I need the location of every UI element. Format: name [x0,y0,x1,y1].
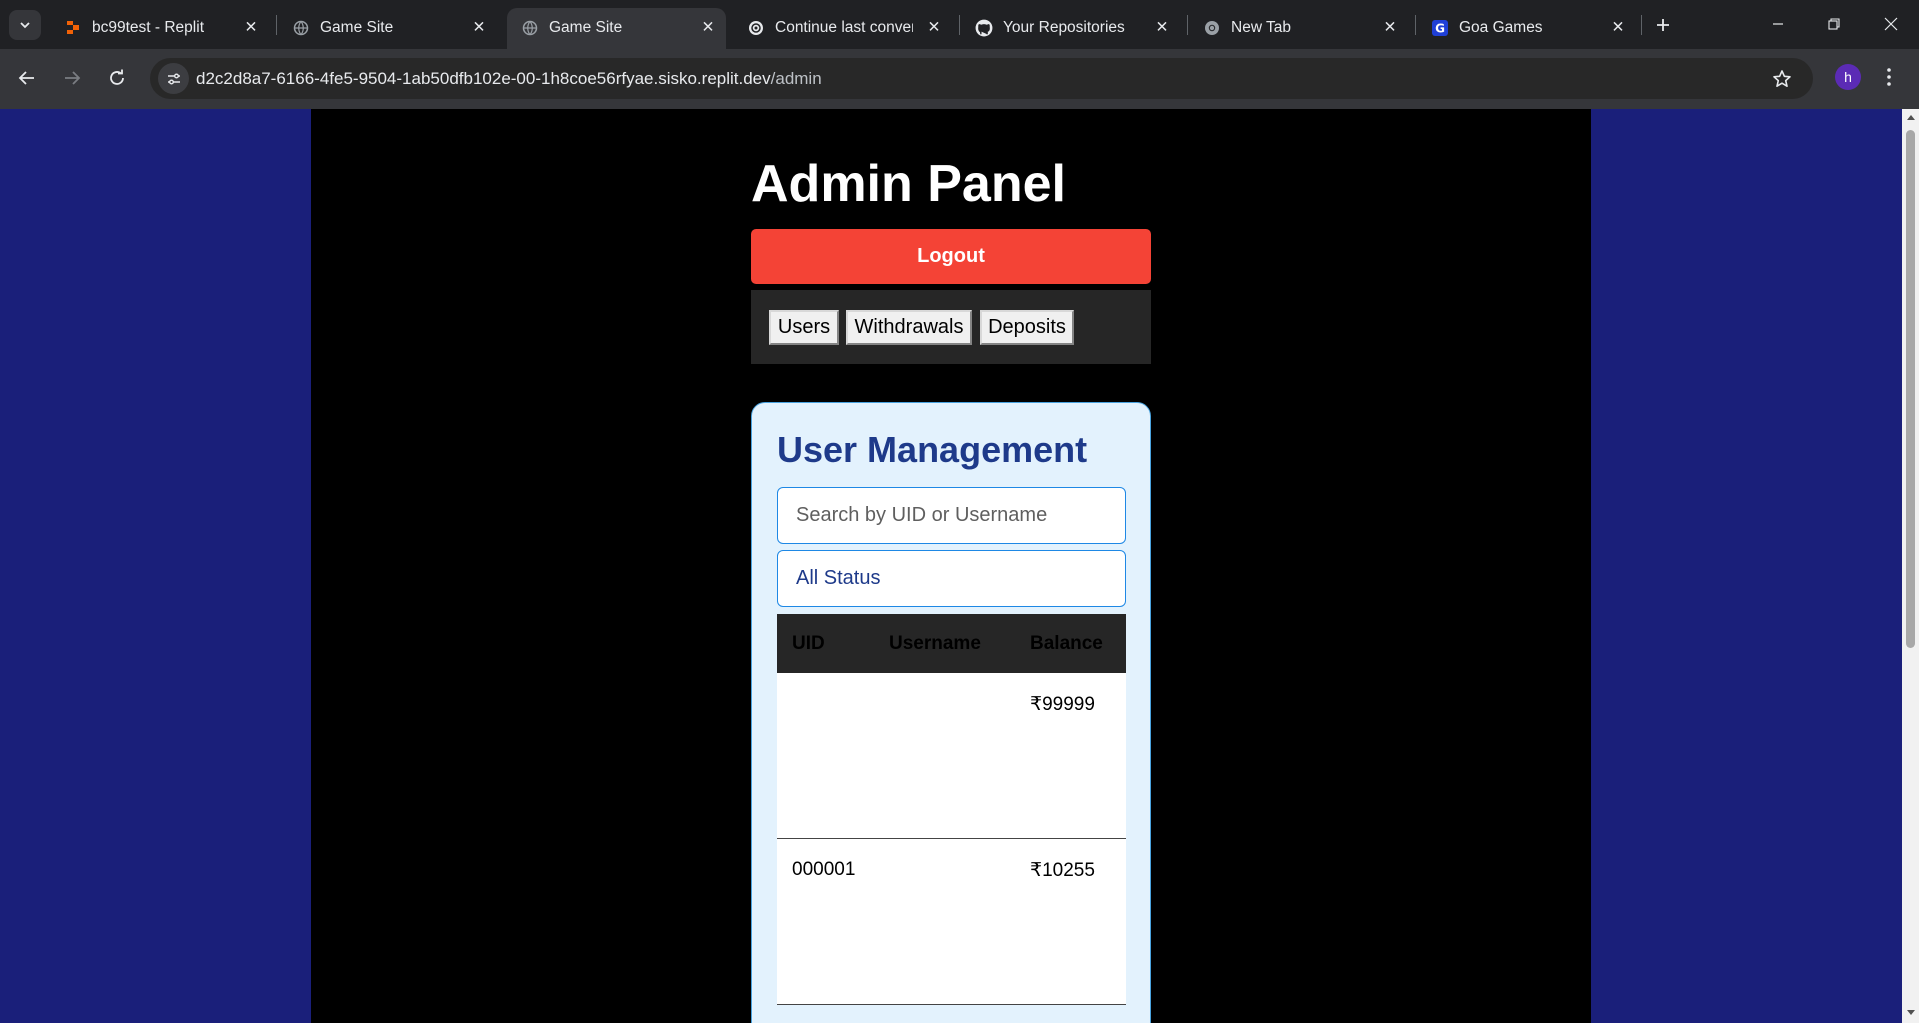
reload-button[interactable] [100,61,134,95]
close-tab-icon[interactable]: ✕ [1379,16,1401,38]
close-window-button[interactable] [1868,8,1914,40]
scroll-down-arrow-icon[interactable] [1906,1008,1916,1018]
tab-title: bc99test - Replit [92,19,204,36]
tab-title: Your Repositories [1003,19,1125,36]
tab-search-button[interactable] [9,10,41,40]
url-path: /admin [770,69,822,88]
admin-nav-bar: Users Withdrawals Deposits [751,290,1151,364]
plus-icon [1657,19,1669,31]
chrome-icon [1203,19,1221,37]
cell-balance: ₹10255 [1030,860,1095,881]
tab-divider [1415,15,1416,35]
new-tab-button[interactable] [1648,10,1678,40]
logout-button[interactable]: Logout [751,229,1151,284]
tab-title: New Tab [1231,19,1292,36]
bookmark-star-icon[interactable] [1770,67,1794,91]
column-header-uid[interactable]: UID [792,633,825,655]
browser-tab[interactable]: New Tab ✕ [1189,8,1407,49]
scrollbar-thumb[interactable] [1906,130,1915,648]
close-tab-icon[interactable]: ✕ [697,16,719,38]
tab-title: Game Site [320,19,394,36]
page-viewport: Admin Panel Logout Users Withdrawals Dep… [0,109,1919,1023]
url-host: d2c2d8a7-6166-4fe5-9504-1ab50dfb102e-00-… [196,69,771,88]
close-tab-icon[interactable]: ✕ [240,16,262,38]
arrow-left-icon [18,71,34,85]
users-table: UID Username Balance ₹99999 000001 ₹1025… [777,614,1126,1005]
minimize-button[interactable] [1755,8,1801,40]
replit-icon [64,19,82,37]
browser-menu-button[interactable] [1875,63,1903,91]
nav-users-button[interactable]: Users [769,310,839,345]
browser-tab-active[interactable]: Game Site ✕ [507,8,726,49]
close-icon [1884,17,1898,31]
browser-tab-strip: bc99test - Replit ✕ Game Site ✕ Game Sit… [0,0,1919,49]
minimize-icon [1773,23,1783,25]
back-button[interactable] [10,61,44,95]
openai-icon [747,19,765,37]
page-title: Admin Panel [751,155,1066,213]
table-row[interactable]: 000001 ₹10255 [777,839,1126,1005]
close-tab-icon[interactable]: ✕ [468,16,490,38]
chevron-down-icon [20,22,30,29]
column-header-balance[interactable]: Balance [1030,633,1103,655]
tab-divider [1187,15,1188,35]
forward-button[interactable] [55,61,89,95]
page-scrollbar[interactable] [1902,109,1919,1023]
tune-icon [167,73,180,84]
status-filter-select[interactable]: All Status [777,550,1126,607]
scroll-up-arrow-icon[interactable] [1906,112,1916,122]
globe-icon [521,19,539,37]
tab-divider [276,15,277,35]
arrow-right-icon [65,71,81,85]
globe-icon [292,19,310,37]
browser-toolbar: d2c2d8a7-6166-4fe5-9504-1ab50dfb102e-00-… [0,49,1919,109]
restore-button[interactable] [1811,8,1857,40]
address-bar[interactable]: d2c2d8a7-6166-4fe5-9504-1ab50dfb102e-00-… [150,58,1813,99]
restore-icon [1828,18,1840,30]
browser-tab[interactable]: G Goa Games ✕ [1417,8,1635,49]
more-vertical-icon [1887,68,1891,86]
github-icon [975,19,993,37]
browser-tab[interactable]: Continue last conversation ✕ [733,8,951,49]
close-tab-icon[interactable]: ✕ [1607,16,1629,38]
svg-text:G: G [1435,22,1445,36]
tab-divider [959,15,960,35]
browser-tab[interactable]: bc99test - Replit ✕ [50,8,268,49]
browser-tab[interactable]: Game Site ✕ [278,8,496,49]
cell-uid: 000001 [792,859,856,880]
nav-deposits-button[interactable]: Deposits [980,310,1074,345]
user-management-panel: User Management All Status UID Username … [751,402,1151,1023]
column-header-username[interactable]: Username [889,633,981,655]
tab-title: Continue last conversation [775,19,913,36]
close-tab-icon[interactable]: ✕ [923,16,945,38]
tab-title: Goa Games [1459,19,1543,36]
close-tab-icon[interactable]: ✕ [1151,16,1173,38]
table-row[interactable]: ₹99999 [777,673,1126,839]
table-header: UID Username Balance [777,614,1126,673]
section-heading: User Management [777,429,1088,470]
nav-withdrawals-button[interactable]: Withdrawals [846,310,972,345]
cell-balance: ₹99999 [1030,694,1095,715]
status-filter-value: All Status [796,567,881,589]
tab-divider [1641,15,1642,35]
site-info-button[interactable] [158,63,189,94]
reload-icon [110,69,124,85]
goa-games-icon: G [1431,19,1449,37]
browser-tab[interactable]: Your Repositories ✕ [961,8,1179,49]
profile-avatar[interactable]: h [1835,64,1861,90]
url-text[interactable]: d2c2d8a7-6166-4fe5-9504-1ab50dfb102e-00-… [196,69,822,89]
search-input[interactable] [777,487,1126,544]
tab-title: Game Site [549,19,623,36]
